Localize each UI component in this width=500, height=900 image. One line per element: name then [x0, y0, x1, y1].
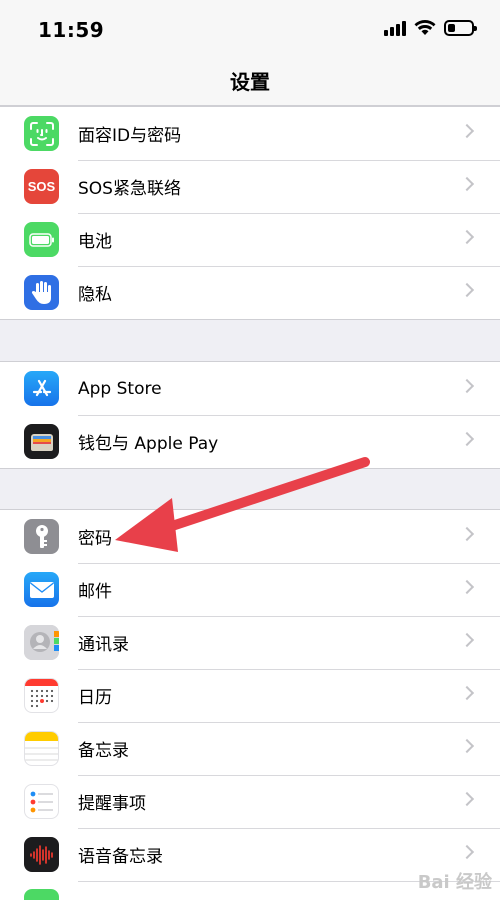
voice-memos-icon [24, 837, 59, 872]
settings-item-label: App Store [78, 378, 162, 399]
mail-icon [24, 572, 59, 607]
settings-item-label: SOS紧急联络 [78, 179, 181, 199]
settings-item-label: 电池 [78, 232, 112, 252]
settings-group-security: 面容ID与密码 SOS SOS紧急联络 电池 隐私 [0, 106, 500, 320]
chevron-right-icon [459, 526, 475, 542]
settings-item-notes[interactable]: 备忘录 [0, 722, 500, 775]
chevron-right-icon [459, 229, 475, 245]
settings-item-battery[interactable]: 电池 [0, 213, 500, 266]
settings-item-mail[interactable]: 邮件 [0, 563, 500, 616]
reminders-icon [24, 784, 59, 819]
battery-status-icon [444, 20, 477, 36]
settings-item-wallet[interactable]: 钱包与 Apple Pay [0, 415, 500, 468]
settings-item-label: 密码 [78, 529, 112, 549]
status-time: 11:59 [38, 18, 105, 42]
wifi-icon [414, 20, 436, 35]
notes-icon [24, 731, 59, 766]
settings-item-label: 钱包与 Apple Pay [78, 434, 219, 454]
chevron-right-icon [459, 791, 475, 807]
settings-item-label: 提醒事项 [78, 794, 146, 814]
chevron-right-icon [459, 123, 475, 139]
sos-icon: SOS [24, 169, 59, 204]
wallet-icon [24, 424, 59, 459]
chevron-right-icon [459, 632, 475, 648]
calendar-icon [24, 678, 59, 713]
battery-icon [24, 222, 59, 257]
settings-item-label: 邮件 [78, 582, 112, 602]
settings-item-face-id[interactable]: 面容ID与密码 [0, 107, 500, 160]
app-icon-partial [24, 889, 59, 900]
watermark: Bai 经验 [417, 872, 492, 893]
page-title: 设置 [230, 70, 270, 94]
app-store-icon [24, 371, 59, 406]
contacts-icon [24, 625, 59, 660]
chevron-right-icon [459, 176, 475, 192]
settings-item-label: 面容ID与密码 [78, 126, 182, 146]
settings-item-reminders[interactable]: 提醒事项 [0, 775, 500, 828]
settings-item-privacy[interactable]: 隐私 [0, 266, 500, 319]
settings-item-contacts[interactable]: 通讯录 [0, 616, 500, 669]
chevron-right-icon [459, 738, 475, 754]
settings-item-app-store[interactable]: App Store [0, 362, 500, 415]
hand-icon [24, 275, 59, 310]
settings-item-label: 隐私 [78, 285, 112, 305]
status-icons [384, 20, 477, 36]
settings-item-label: 语音备忘录 [78, 847, 163, 867]
settings-item-passwords[interactable]: 密码 [0, 510, 500, 563]
chevron-right-icon [459, 685, 475, 701]
chevron-right-icon [459, 282, 475, 298]
settings-item-label: 通讯录 [78, 635, 129, 655]
settings-group-apps: 密码 邮件 通讯录 日历 备忘录 提醒事项 语音备忘录 [0, 509, 500, 900]
chevron-right-icon [459, 844, 475, 860]
navigation-bar: 设置 [0, 60, 500, 106]
settings-item-label: 备忘录 [78, 741, 129, 761]
settings-item-label: 日历 [78, 688, 112, 708]
chevron-right-icon [459, 579, 475, 595]
settings-group-store: App Store 钱包与 Apple Pay [0, 361, 500, 469]
key-icon [24, 519, 59, 554]
settings-item-sos[interactable]: SOS SOS紧急联络 [0, 160, 500, 213]
settings-item-calendar[interactable]: 日历 [0, 669, 500, 722]
face-id-icon [24, 116, 59, 151]
chevron-right-icon [459, 431, 475, 447]
signal-icon [384, 20, 406, 36]
chevron-right-icon [459, 378, 475, 394]
status-bar: 11:59 [0, 0, 500, 60]
